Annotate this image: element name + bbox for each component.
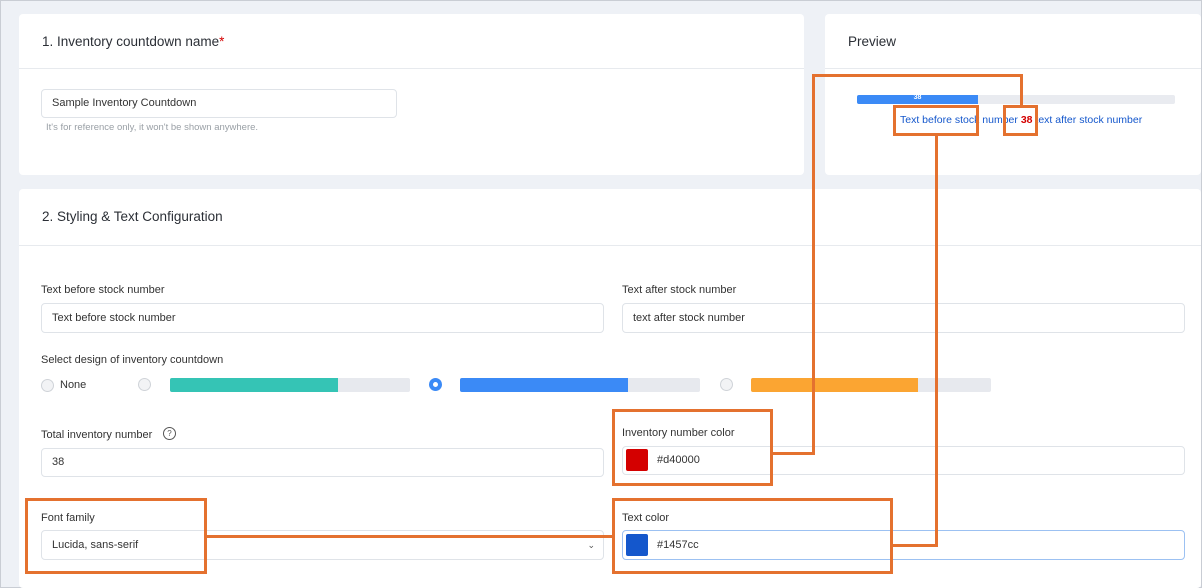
text-after-input[interactable]: text after stock number [622,303,1185,333]
design-orange-bar [751,378,991,392]
design-radio-teal[interactable] [138,378,151,391]
inventory-name-card: 1. Inventory countdown name* Sample Inve… [19,14,804,175]
preview-bar-number: 38 [913,94,922,101]
preview-text-after: text after stock number [1035,114,1143,126]
section-title: 2. Styling & Text Configuration [42,209,223,224]
total-inventory-label: Total inventory number [41,429,153,441]
design-teal-bar [170,378,410,392]
preview-card: Preview 38 Text before stock number 38 t… [825,14,1201,175]
highlight-box-font-family [25,498,207,574]
highlight-box-number-color [612,409,773,486]
section-title: 1. Inventory countdown name* [42,34,225,49]
card-header: 2. Styling & Text Configuration [19,189,1201,246]
connector-line [891,544,938,547]
design-radio-blue[interactable] [429,378,442,391]
design-teal-fill [170,378,338,392]
countdown-name-input[interactable]: Sample Inventory Countdown [41,89,397,118]
total-inventory-input[interactable]: 38 [41,448,604,477]
preview-title: Preview [848,34,897,49]
design-none-label: None [60,379,87,391]
preview-progress-fill: 38 [857,94,978,104]
highlight-box-text-color [612,498,893,574]
design-select-label: Select design of inventory countdown [41,354,224,366]
required-mark: * [219,34,225,49]
connector-line [812,74,815,455]
design-blue-fill [460,378,628,392]
connector-line [1020,74,1023,107]
text-before-label: Text before stock number [41,284,165,296]
text-before-input[interactable]: Text before stock number [41,303,604,333]
card-header: Preview [825,14,1201,69]
name-helper-text: It's for reference only, it won't be sho… [46,122,259,133]
highlight-box-preview-text [893,105,979,136]
connector-line [935,134,938,547]
preview-progress-bar: 38 [857,94,1175,104]
text-after-label: Text after stock number [622,284,737,296]
design-blue-bar [460,378,700,392]
connector-line [206,535,614,538]
connector-line [772,452,815,455]
help-icon[interactable]: ? [163,427,176,440]
connector-line [812,74,1023,77]
highlight-box-preview-number [1003,105,1038,136]
design-radio-none[interactable] [41,379,54,392]
design-orange-fill [751,378,918,392]
card-header: 1. Inventory countdown name* [19,14,804,69]
design-radio-orange[interactable] [720,378,733,391]
